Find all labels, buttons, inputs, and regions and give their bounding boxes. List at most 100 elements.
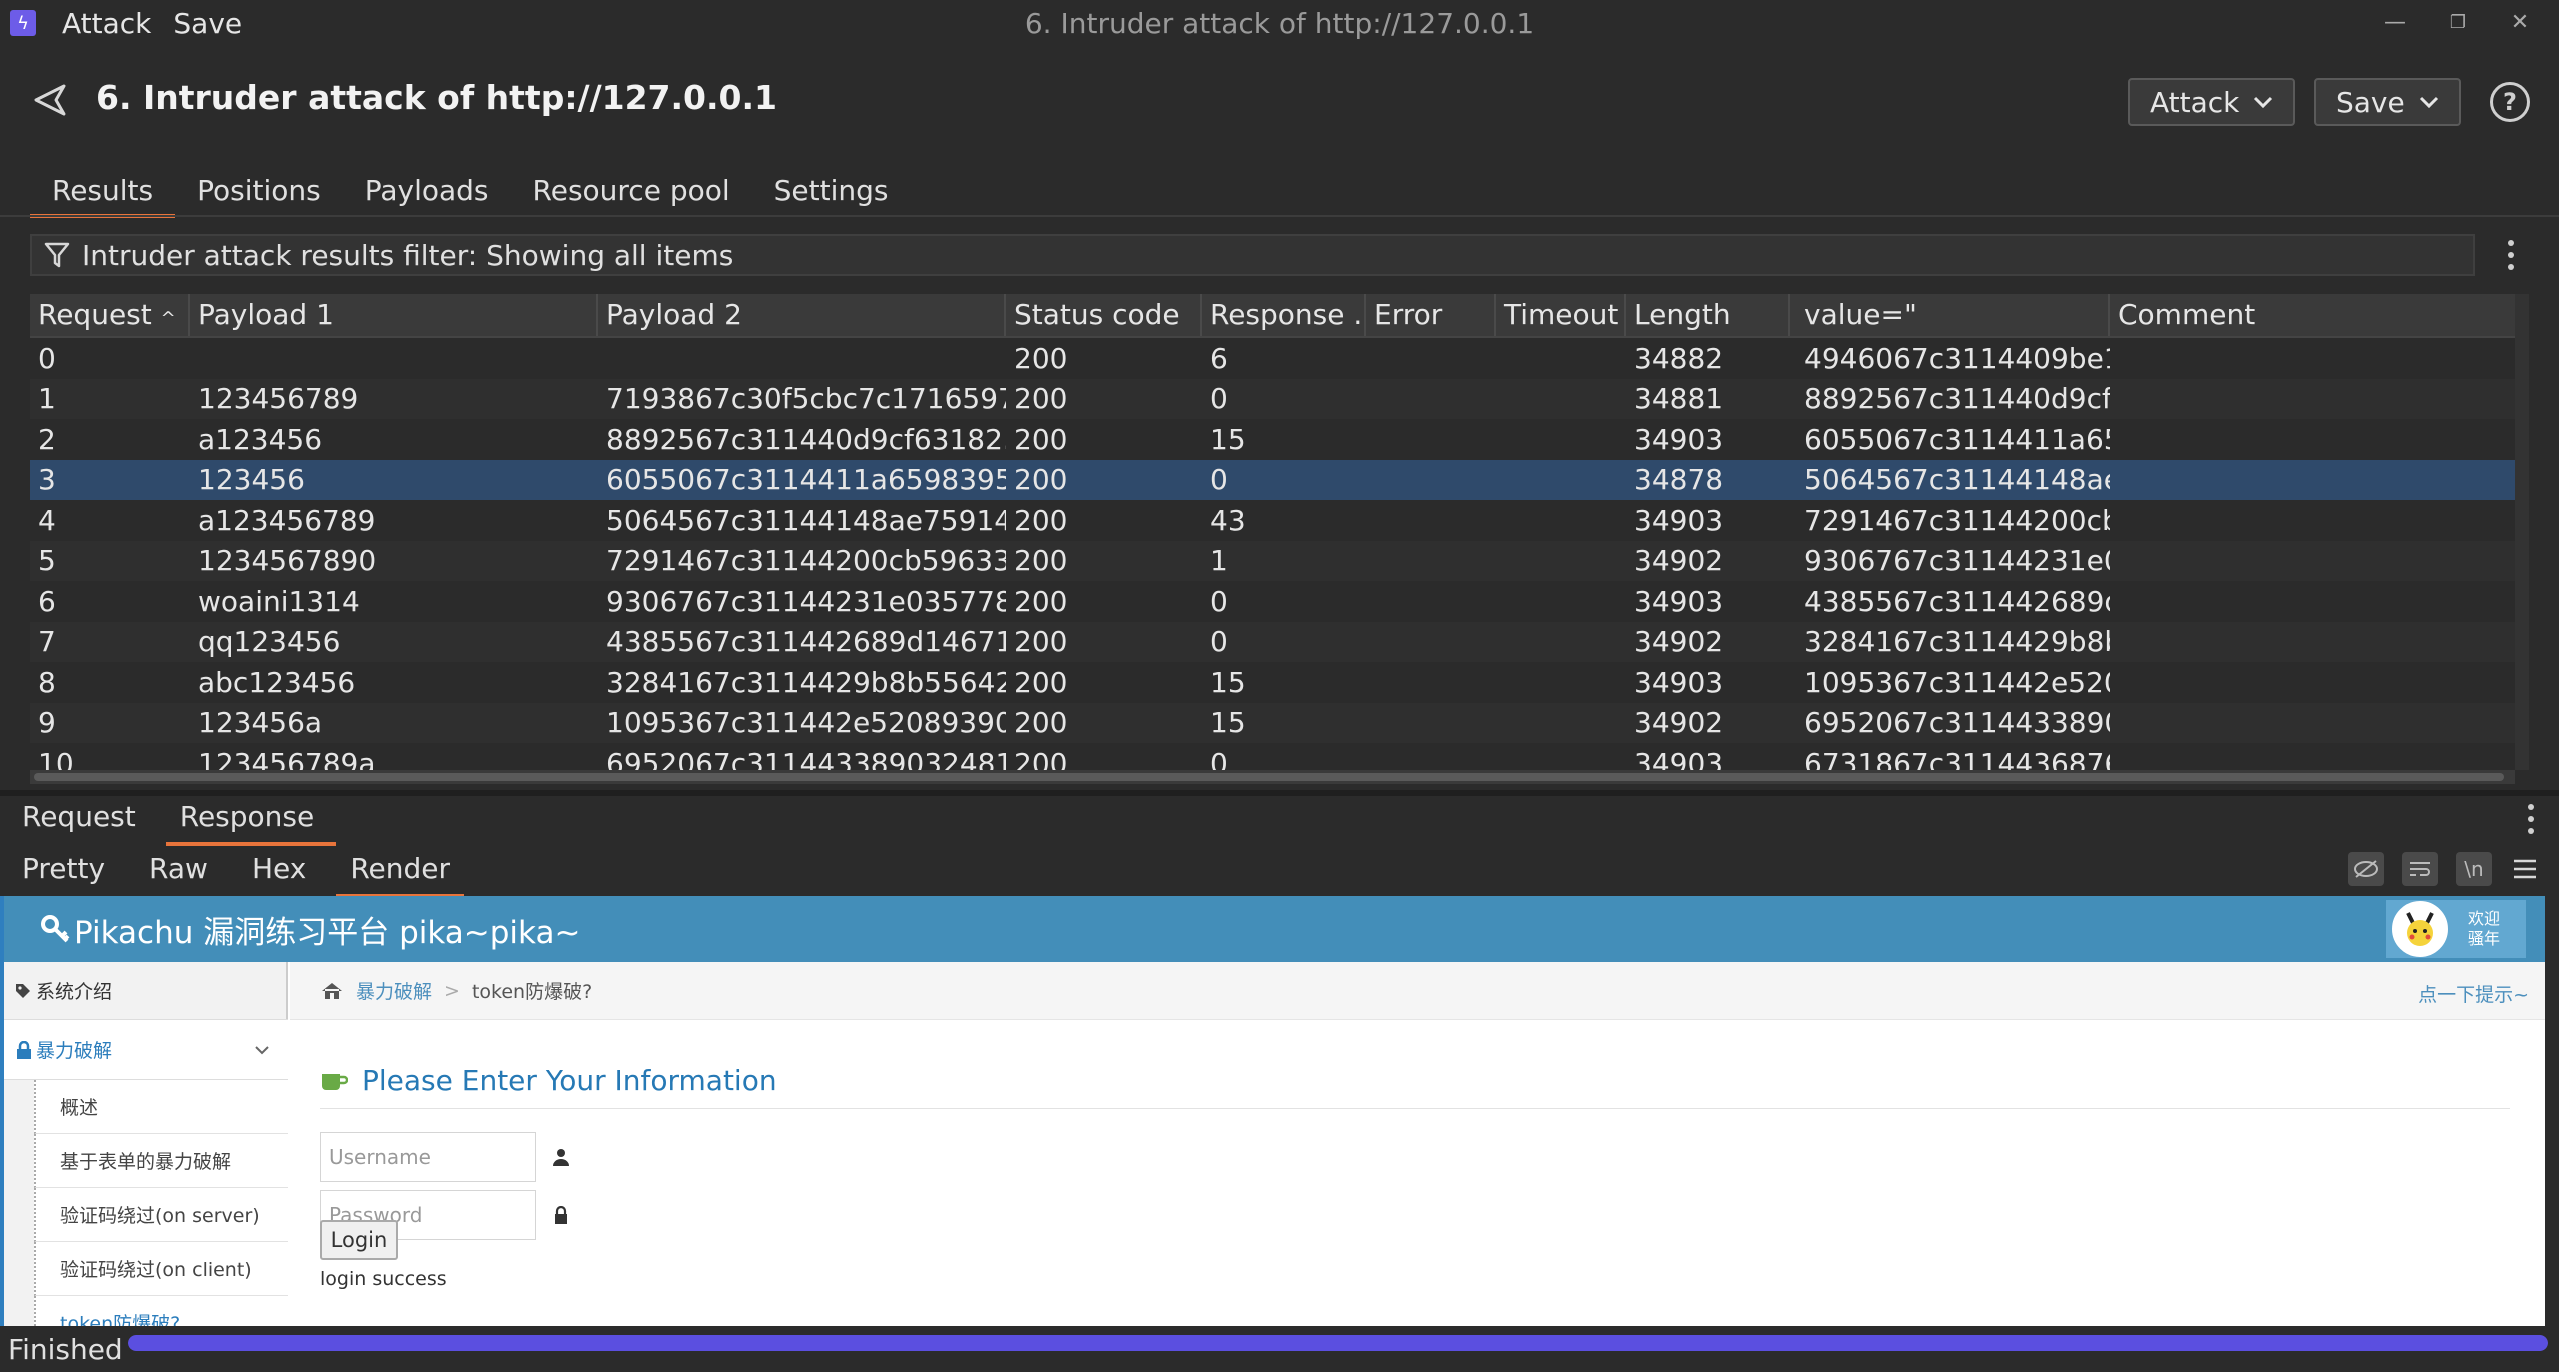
cell-length: 34903 xyxy=(1634,503,1724,537)
col-error[interactable]: Error xyxy=(1366,294,1496,336)
cell-request: 1 xyxy=(38,382,56,416)
render-view: Pikachu 漏洞练习平台 pika~pika~ 欢迎 骚年 系统介绍 暴力破… xyxy=(0,896,2545,1326)
pikachu-avatar-icon xyxy=(2392,901,2448,957)
cell-length: 34903 xyxy=(1634,746,1724,770)
cell-status-code: 200 xyxy=(1014,503,1068,537)
tab-response[interactable]: Response xyxy=(158,798,337,846)
table-horizontal-scrollbar[interactable] xyxy=(30,770,2515,784)
username-input[interactable]: Username xyxy=(320,1132,536,1182)
table-row[interactable]: 7 qq123456 4385567c311442689d14671... 200 0 3… xyxy=(30,621,2515,662)
scrollbar-thumb[interactable] xyxy=(34,773,2504,781)
cell-request: 10 xyxy=(38,746,74,770)
table-row[interactable]: 5 1234567890 7291467c31144200cb59633... 200… xyxy=(30,540,2515,581)
close-icon[interactable]: ✕ xyxy=(2490,4,2550,40)
sidebar-item-intro[interactable]: 系统介绍 xyxy=(4,962,288,1020)
login-button[interactable]: Login xyxy=(320,1220,398,1260)
col-comment[interactable]: Comment xyxy=(2110,294,2515,336)
cell-value: 9306767c31144231e0... xyxy=(1804,544,2110,578)
cell-length: 34882 xyxy=(1634,341,1724,375)
sidebar-item-bruteforce[interactable]: 暴力破解 xyxy=(4,1020,288,1080)
cell-response-time: 15 xyxy=(1210,706,1246,740)
table-row[interactable]: 4 a123456789 5064567c31144148ae75914... 200… xyxy=(30,500,2515,541)
menu-save[interactable]: Save xyxy=(173,7,242,40)
wrap-lines-icon[interactable] xyxy=(2402,852,2438,886)
menu-icon[interactable] xyxy=(2512,858,2538,884)
table-row[interactable]: 8 abc123456 3284167c3114429b8b55642... 200 1… xyxy=(30,662,2515,703)
home-icon[interactable] xyxy=(320,981,344,1001)
table-row[interactable]: 3 123456 6055067c3114411a6598395... 200 0 348… xyxy=(30,459,2515,500)
tab-resource-pool[interactable]: Resource pool xyxy=(511,166,752,216)
breadcrumb-parent[interactable]: 暴力破解 xyxy=(356,977,432,1004)
message-tabs: Request Response xyxy=(0,798,337,846)
col-response-time[interactable]: Response ... xyxy=(1202,294,1366,336)
col-status-code[interactable]: Status code xyxy=(1006,294,1202,336)
attack-button-label: Attack xyxy=(2150,85,2240,119)
table-row[interactable]: 1 123456789 7193867c30f5cbc7c1716597... 200… xyxy=(30,378,2515,419)
welcome-line-2: 骚年 xyxy=(2468,929,2501,948)
table-row[interactable]: 6 woaini1314 9306767c31144231e035778... 200… xyxy=(30,581,2515,622)
menu-attack[interactable]: Attack xyxy=(62,7,151,40)
table-row[interactable]: 10 123456789a 6952067c311443389032481... 20… xyxy=(30,743,2515,770)
col-payload-2[interactable]: Payload 2 xyxy=(598,294,1006,336)
hint-link[interactable]: 点一下提示~ xyxy=(2418,980,2529,1007)
tab-render[interactable]: Render xyxy=(328,850,472,898)
tab-settings[interactable]: Settings xyxy=(752,166,911,216)
cell-response-time: 0 xyxy=(1210,584,1228,618)
sidebar-item-captcha-client[interactable]: 验证码绕过(on client) xyxy=(34,1242,288,1296)
sidebar-item-form-bruteforce[interactable]: 基于表单的暴力破解 xyxy=(34,1134,288,1188)
minimize-icon[interactable]: — xyxy=(2365,4,2425,40)
save-button[interactable]: Save xyxy=(2314,78,2461,126)
cell-payload-2: 8892567c311440d9cf63182... xyxy=(606,422,1006,456)
table-vertical-scrollbar[interactable] xyxy=(2515,294,2529,770)
filter-text: Intruder attack results filter: Showing … xyxy=(82,238,734,272)
render-scrollbar[interactable] xyxy=(2545,896,2559,1326)
help-icon[interactable]: ? xyxy=(2490,82,2530,122)
cell-length: 34903 xyxy=(1634,584,1724,618)
tab-hex[interactable]: Hex xyxy=(230,850,328,894)
col-request[interactable]: Request ^ xyxy=(30,294,190,336)
pane-splitter[interactable] xyxy=(0,790,2559,796)
results-table: Request ^ Payload 1 Payload 2 Status cod… xyxy=(30,294,2515,770)
results-filter[interactable]: Intruder attack results filter: Showing … xyxy=(30,234,2475,276)
attack-button[interactable]: Attack xyxy=(2128,78,2296,126)
tab-pretty[interactable]: Pretty xyxy=(0,850,127,894)
table-row[interactable]: 0 200 6 34882 4946067c3114409be1... xyxy=(30,338,2515,379)
cell-payload-2: 9306767c31144231e035778... xyxy=(606,584,1006,618)
chevron-down-icon xyxy=(255,1045,269,1054)
tab-raw[interactable]: Raw xyxy=(127,850,230,894)
cell-response-time: 15 xyxy=(1210,665,1246,699)
tabs-divider xyxy=(0,215,2559,217)
sidebar-item-token[interactable]: token防爆破? xyxy=(34,1296,288,1326)
restore-icon[interactable]: ❐ xyxy=(2428,4,2488,40)
tab-results[interactable]: Results xyxy=(30,166,176,218)
col-length[interactable]: Length xyxy=(1626,294,1790,336)
newline-icon[interactable]: \n xyxy=(2456,852,2492,886)
table-header: Request ^ Payload 1 Payload 2 Status cod… xyxy=(30,294,2515,338)
site-title[interactable]: Pikachu 漏洞练习平台 pika~pika~ xyxy=(74,907,580,952)
cell-request: 6 xyxy=(38,584,56,618)
tab-positions[interactable]: Positions xyxy=(175,166,343,216)
table-row[interactable]: 9 123456a 1095367c311442e52089390... 200 15 3… xyxy=(30,702,2515,743)
tab-request[interactable]: Request xyxy=(0,798,158,842)
col-value[interactable]: value=" xyxy=(1790,294,2110,336)
tab-payloads[interactable]: Payloads xyxy=(343,166,511,216)
sidebar-item-captcha-server[interactable]: 验证码绕过(on server) xyxy=(34,1188,288,1242)
cell-payload-2: 5064567c31144148ae75914... xyxy=(606,503,1006,537)
breadcrumb-current: token防爆破? xyxy=(471,981,593,1003)
page-title: 6. Intruder attack of http://127.0.0.1 xyxy=(96,78,778,117)
chevron-down-icon xyxy=(2419,96,2438,109)
col-timeout[interactable]: Timeout xyxy=(1496,294,1626,336)
col-payload-1[interactable]: Payload 1 xyxy=(190,294,598,336)
message-more-icon[interactable] xyxy=(2526,804,2536,834)
cell-length: 34903 xyxy=(1634,665,1724,699)
cell-request: 8 xyxy=(38,665,56,699)
welcome-text: 欢迎 骚年 xyxy=(2468,909,2500,949)
cell-status-code: 200 xyxy=(1014,382,1068,416)
pikachu-sidebar: 系统介绍 暴力破解 概述 基于表单的暴力破解 验证码绕过(on server) … xyxy=(4,962,288,1326)
cell-status-code: 200 xyxy=(1014,463,1068,497)
user-menu[interactable]: 欢迎 骚年 xyxy=(2386,900,2526,958)
hide-icon[interactable] xyxy=(2348,852,2384,886)
table-row[interactable]: 2 a123456 8892567c311440d9cf63182... 200 15 3… xyxy=(30,419,2515,460)
filter-more-icon[interactable] xyxy=(2506,240,2516,270)
sidebar-item-overview[interactable]: 概述 xyxy=(34,1080,288,1134)
